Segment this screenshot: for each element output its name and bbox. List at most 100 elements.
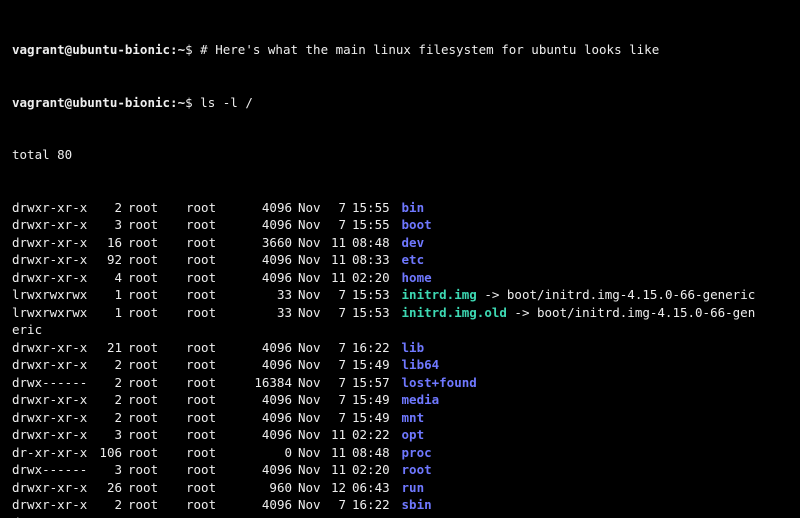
ls-link-count: 21: [94, 339, 122, 357]
ls-time: 08:33: [352, 251, 394, 269]
ls-row: dr-xr-xr-x106 rootroot0 Nov11 08:48 proc: [12, 444, 788, 462]
ls-row: drwxr-xr-x16 rootroot3660 Nov11 08:48 de…: [12, 234, 788, 252]
ls-permissions: drwxr-xr-x: [12, 514, 94, 518]
ls-filename: run: [402, 480, 425, 495]
ls-permissions: drwx------: [12, 374, 94, 392]
ls-group: root: [186, 496, 244, 514]
ls-link-count: 3: [94, 216, 122, 234]
prompt-line-1: vagrant@ubuntu-bionic:~$ # Here's what t…: [12, 41, 788, 59]
ls-filename: initrd.img: [402, 287, 477, 302]
ls-permissions: lrwxrwxrwx: [12, 286, 94, 304]
ls-group: root: [186, 514, 244, 518]
ls-permissions: drwxr-xr-x: [12, 496, 94, 514]
ls-permissions: drwxr-xr-x: [12, 356, 94, 374]
ls-group: root: [186, 269, 244, 287]
ls-link-count: 16: [94, 234, 122, 252]
ls-link-count: 3: [94, 461, 122, 479]
ls-row: drwxr-xr-x26 rootroot960 Nov12 06:43 run: [12, 479, 788, 497]
ls-filename: lost+found: [402, 375, 477, 390]
ls-row: drwxr-xr-x2 rootroot4096 Nov7 16:22 sbin: [12, 496, 788, 514]
ls-user: root: [128, 304, 186, 322]
ls-group: root: [186, 339, 244, 357]
ls-filename: boot: [402, 217, 432, 232]
prompt-dollar: $: [185, 42, 193, 57]
ls-month: Nov: [298, 286, 326, 304]
ls-size: 33: [244, 304, 292, 322]
ls-time: 15:55: [352, 199, 394, 217]
ls-filename: bin: [402, 200, 425, 215]
ls-time: 02:20: [352, 514, 394, 518]
ls-link-count: 106: [94, 444, 122, 462]
ls-size: 4096: [244, 356, 292, 374]
ls-filename: root: [402, 462, 432, 477]
ls-filename: lib: [402, 340, 425, 355]
ls-permissions: dr-xr-xr-x: [12, 444, 94, 462]
ls-symlink-target: -> boot/initrd.img-4.15.0-66-gen: [507, 305, 755, 320]
ls-day: 11: [326, 234, 346, 252]
ls-user: root: [128, 496, 186, 514]
ls-permissions: drwxr-xr-x: [12, 426, 94, 444]
ls-month: Nov: [298, 251, 326, 269]
ls-permissions: drwxr-xr-x: [12, 234, 94, 252]
ls-row: lrwxrwxrwx1 rootroot33 Nov7 15:53 initrd…: [12, 304, 788, 322]
ls-day: 11: [326, 514, 346, 518]
ls-time: 08:48: [352, 234, 394, 252]
prompt-colon: :: [170, 95, 178, 110]
ls-day: 7: [326, 409, 346, 427]
ls-day: 11: [326, 269, 346, 287]
ls-user: root: [128, 409, 186, 427]
ls-user: root: [128, 234, 186, 252]
ls-permissions: lrwxrwxrwx: [12, 304, 94, 322]
ls-day: 11: [326, 444, 346, 462]
ls-link-count: 2: [94, 199, 122, 217]
ls-user: root: [128, 374, 186, 392]
ls-size: 4096: [244, 269, 292, 287]
ls-permissions: drwxr-xr-x: [12, 409, 94, 427]
ls-group: root: [186, 356, 244, 374]
prompt-user-host: vagrant@ubuntu-bionic: [12, 95, 170, 110]
ls-group: root: [186, 391, 244, 409]
ls-size: 16384: [244, 374, 292, 392]
terminal-window[interactable]: vagrant@ubuntu-bionic:~$ # Here's what t…: [0, 0, 800, 518]
ls-time: 15:49: [352, 409, 394, 427]
ls-group: root: [186, 426, 244, 444]
ls-month: Nov: [298, 514, 326, 518]
ls-day: 7: [326, 391, 346, 409]
ls-user: root: [128, 339, 186, 357]
ls-user: root: [128, 479, 186, 497]
ls-permissions: drwxr-xr-x: [12, 391, 94, 409]
prompt-path: ~: [178, 95, 186, 110]
ls-month: Nov: [298, 409, 326, 427]
ls-filename: etc: [402, 252, 425, 267]
ls-time: 06:43: [352, 479, 394, 497]
ls-month: Nov: [298, 269, 326, 287]
ls-link-count: 2: [94, 496, 122, 514]
ls-filename: snap: [402, 515, 432, 518]
ls-row: drwxr-xr-x2 rootroot4096 Nov11 02:20 sna…: [12, 514, 788, 518]
ls-row: drwx------3 rootroot4096 Nov11 02:20 roo…: [12, 461, 788, 479]
ls-size: 4096: [244, 251, 292, 269]
ls-group: root: [186, 409, 244, 427]
ls-row: drwxr-xr-x2 rootroot4096 Nov7 15:55 bin: [12, 199, 788, 217]
ls-time: 15:49: [352, 391, 394, 409]
ls-time: 15:57: [352, 374, 394, 392]
ls-month: Nov: [298, 234, 326, 252]
ls-link-count: 26: [94, 479, 122, 497]
ls-size: 4096: [244, 514, 292, 518]
ls-size: 0: [244, 444, 292, 462]
ls-row: drwxr-xr-x3 rootroot4096 Nov7 15:55 boot: [12, 216, 788, 234]
ls-user: root: [128, 514, 186, 518]
ls-day: 7: [326, 496, 346, 514]
ls-size: 4096: [244, 426, 292, 444]
ls-user: root: [128, 216, 186, 234]
ls-link-count: 1: [94, 286, 122, 304]
ls-group: root: [186, 479, 244, 497]
ls-filename: opt: [402, 427, 425, 442]
ls-time: 15:55: [352, 216, 394, 234]
ls-time: 02:20: [352, 269, 394, 287]
ls-wrapped-line: eric: [12, 321, 788, 339]
ls-user: root: [128, 269, 186, 287]
ls-user: root: [128, 251, 186, 269]
prompt-user-host: vagrant@ubuntu-bionic: [12, 42, 170, 57]
ls-month: Nov: [298, 391, 326, 409]
